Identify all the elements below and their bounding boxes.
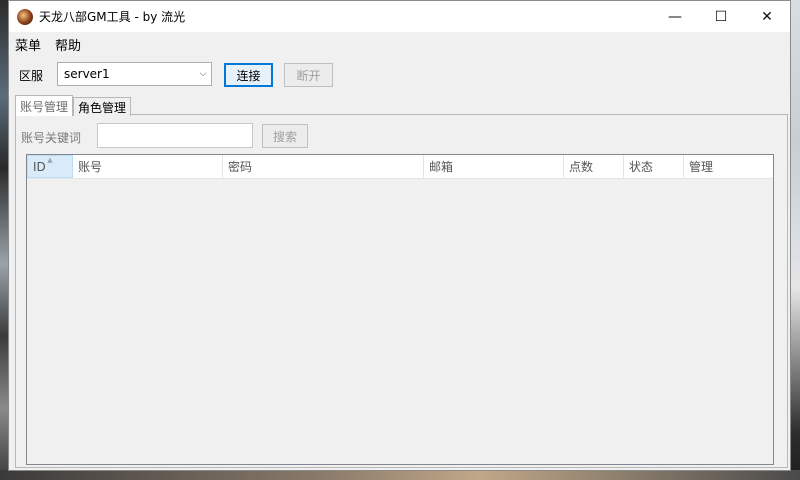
column-header-email[interactable]: 邮箱 bbox=[424, 155, 564, 178]
close-icon[interactable]: ✕ bbox=[744, 1, 790, 32]
column-header-password[interactable]: 密码 bbox=[223, 155, 424, 178]
window-controls: — ☐ ✕ bbox=[652, 1, 790, 32]
minimize-icon[interactable]: — bbox=[652, 1, 698, 32]
title-bar[interactable]: 天龙八部GM工具 - by 流光 — ☐ ✕ bbox=[9, 1, 790, 32]
column-header-status[interactable]: 状态 bbox=[624, 155, 684, 178]
grid-header: ▲ ID 账号 密码 邮箱 点数 状态 管理 bbox=[27, 155, 773, 179]
tab-role-management[interactable]: 角色管理 bbox=[73, 97, 132, 116]
column-header-points[interactable]: 点数 bbox=[564, 155, 624, 178]
connect-button[interactable]: 连接 bbox=[224, 63, 273, 87]
column-header-id[interactable]: ▲ ID bbox=[27, 155, 73, 178]
tab-strip: 账号管理 角色管理 bbox=[15, 95, 132, 116]
menu-item-help[interactable]: 帮助 bbox=[48, 35, 88, 54]
tab-account-management[interactable]: 账号管理 bbox=[15, 95, 74, 116]
chevron-down-icon[interactable]: ⌵ bbox=[195, 69, 211, 79]
window-title: 天龙八部GM工具 - by 流光 bbox=[39, 10, 186, 24]
column-header-manage[interactable]: 管理 bbox=[684, 155, 773, 178]
server-label: 区服 bbox=[19, 69, 44, 83]
desktop-background-right bbox=[790, 0, 800, 480]
desktop-background-bottom bbox=[0, 470, 800, 480]
sort-ascending-icon: ▲ bbox=[47, 156, 53, 164]
column-header-account[interactable]: 账号 bbox=[73, 155, 223, 178]
disconnect-button[interactable]: 断开 bbox=[284, 63, 333, 87]
search-button[interactable]: 搜索 bbox=[262, 124, 308, 148]
column-header-label: ID bbox=[33, 159, 46, 174]
app-window: 天龙八部GM工具 - by 流光 — ☐ ✕ 菜单 帮助 区服 server1 … bbox=[8, 0, 791, 471]
server-select[interactable]: server1 ⌵ bbox=[57, 62, 212, 86]
account-keyword-input[interactable] bbox=[97, 123, 253, 148]
maximize-icon[interactable]: ☐ bbox=[698, 1, 744, 32]
account-grid[interactable]: ▲ ID 账号 密码 邮箱 点数 状态 管理 bbox=[26, 154, 774, 465]
server-select-value: server1 bbox=[64, 67, 110, 81]
account-keyword-label: 账号关键词 bbox=[21, 131, 82, 145]
menu-item-menu[interactable]: 菜单 bbox=[9, 35, 48, 54]
app-logo-icon bbox=[17, 8, 33, 25]
menu-bar: 菜单 帮助 bbox=[9, 32, 790, 56]
